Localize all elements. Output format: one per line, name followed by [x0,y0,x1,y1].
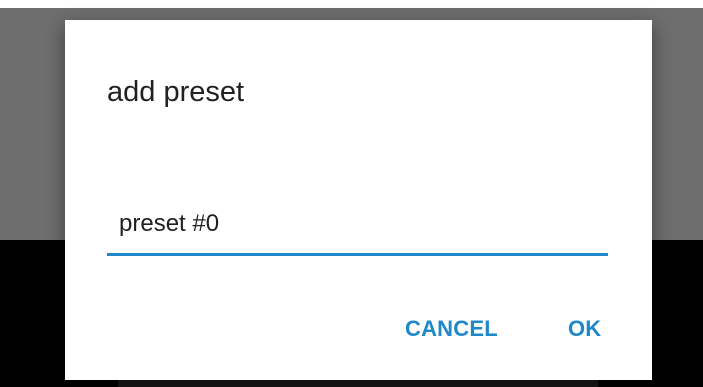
cancel-button[interactable]: CANCEL [405,316,498,342]
add-preset-dialog: add preset CANCEL OK [65,20,652,380]
preset-name-input[interactable] [107,198,608,250]
ok-button[interactable]: OK [568,316,601,342]
input-underline [107,253,608,256]
dialog-title: add preset [107,76,245,108]
preset-name-input-wrapper [107,198,608,256]
